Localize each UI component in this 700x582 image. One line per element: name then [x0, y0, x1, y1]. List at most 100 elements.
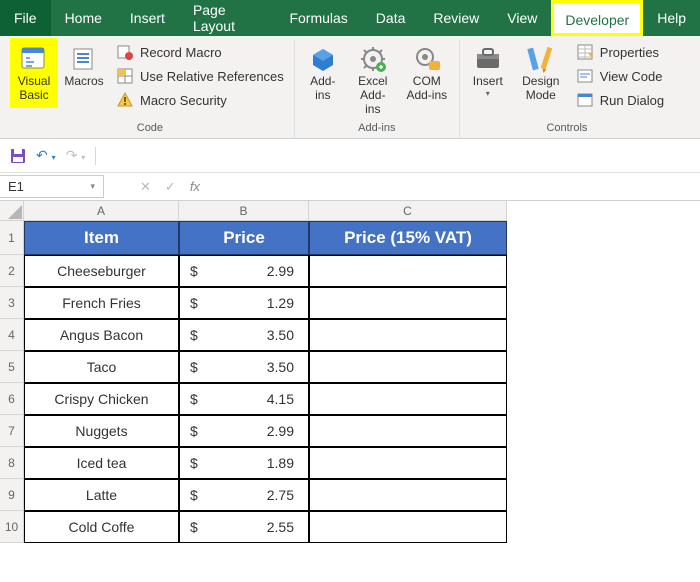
cell-price-vat[interactable]	[309, 319, 507, 351]
insert-control-label: Insert	[473, 75, 503, 89]
cell-price-vat[interactable]	[309, 479, 507, 511]
addins-button[interactable]: Add- ins	[301, 40, 345, 106]
group-label-code: Code	[137, 120, 163, 138]
cell-item[interactable]: Iced tea	[24, 447, 179, 479]
visual-basic-button[interactable]: Visual Basic	[12, 40, 56, 106]
menu-page-layout[interactable]: Page Layout	[179, 0, 276, 36]
run-dialog-button[interactable]: Run Dialog	[572, 90, 668, 110]
cell-price-vat[interactable]	[309, 415, 507, 447]
cell-price-vat[interactable]	[309, 447, 507, 479]
cell-item[interactable]: Nuggets	[24, 415, 179, 447]
cell-item[interactable]: Taco	[24, 351, 179, 383]
use-relative-references-button[interactable]: Use Relative References	[112, 66, 288, 86]
macros-icon	[68, 43, 100, 75]
row-header[interactable]: 2	[0, 255, 24, 287]
row-header[interactable]: 10	[0, 511, 24, 543]
design-mode-button[interactable]: Design Mode	[516, 40, 566, 106]
cell-price[interactable]: $1.89	[179, 447, 309, 479]
insert-control-button[interactable]: Insert ▾	[466, 40, 510, 101]
use-relative-references-label: Use Relative References	[140, 69, 284, 84]
cell-price[interactable]: $2.55	[179, 511, 309, 543]
group-label-addins: Add-ins	[358, 120, 395, 138]
cell-price-vat[interactable]	[309, 351, 507, 383]
cell-item[interactable]: Angus Bacon	[24, 319, 179, 351]
menu-home[interactable]: Home	[51, 0, 116, 36]
cell-price[interactable]: $2.99	[179, 415, 309, 447]
cell-item[interactable]: Latte	[24, 479, 179, 511]
row-header[interactable]: 1	[0, 221, 24, 255]
menu-formulas[interactable]: Formulas	[275, 0, 361, 36]
cell-price[interactable]: $2.99	[179, 255, 309, 287]
cell-item[interactable]: French Fries	[24, 287, 179, 319]
row-header[interactable]: 4	[0, 319, 24, 351]
cancel-formula-icon[interactable]: ✕	[140, 179, 151, 195]
fx-icon[interactable]: fx	[190, 179, 206, 194]
cell-price-vat[interactable]	[309, 255, 507, 287]
name-box[interactable]: E1	[0, 175, 104, 198]
row-header[interactable]: 9	[0, 479, 24, 511]
cell-price-vat[interactable]	[309, 287, 507, 319]
gear-badge-icon	[411, 43, 443, 75]
enter-formula-icon[interactable]: ✓	[165, 179, 176, 195]
cell-item[interactable]: Cheeseburger	[24, 255, 179, 287]
menu-insert[interactable]: Insert	[116, 0, 179, 36]
excel-addins-label: Excel Add-ins	[353, 75, 393, 116]
row-header[interactable]: 3	[0, 287, 24, 319]
separator	[95, 147, 96, 165]
cell-price-vat[interactable]	[309, 383, 507, 415]
properties-button[interactable]: Properties	[572, 42, 668, 62]
macro-security-button[interactable]: Macro Security	[112, 90, 288, 110]
menu-data[interactable]: Data	[362, 0, 420, 36]
col-header-b[interactable]: B	[179, 201, 309, 221]
menu-view[interactable]: View	[493, 0, 551, 36]
quick-access-toolbar: ↶ ▾ ↷ ▾	[0, 139, 700, 173]
view-code-button[interactable]: View Code	[572, 66, 668, 86]
cell-price[interactable]: $2.75	[179, 479, 309, 511]
run-dialog-label: Run Dialog	[600, 93, 664, 108]
addins-label: Add- ins	[310, 75, 335, 103]
save-button[interactable]	[10, 148, 26, 164]
view-code-icon	[576, 67, 594, 85]
com-addins-label: COM Add-ins	[406, 75, 447, 103]
cell-price[interactable]: $3.50	[179, 351, 309, 383]
select-all-corner[interactable]	[0, 201, 24, 221]
excel-addins-button[interactable]: Excel Add-ins	[351, 40, 395, 119]
menu-help[interactable]: Help	[643, 0, 700, 36]
table-header-price-vat[interactable]: Price (15% VAT)	[309, 221, 507, 255]
row-header[interactable]: 7	[0, 415, 24, 447]
redo-button[interactable]: ↷ ▾	[66, 147, 86, 164]
cell-price[interactable]: $3.50	[179, 319, 309, 351]
row-header[interactable]: 6	[0, 383, 24, 415]
ruler-pencil-icon	[525, 43, 557, 75]
cell-price[interactable]: $1.29	[179, 287, 309, 319]
table-header-item[interactable]: Item	[24, 221, 179, 255]
menu-bar: File Home Insert Page Layout Formulas Da…	[0, 0, 700, 36]
row-header[interactable]: 5	[0, 351, 24, 383]
toolbox-icon	[472, 43, 504, 75]
row-header[interactable]: 8	[0, 447, 24, 479]
menu-file[interactable]: File	[0, 0, 51, 36]
cell-price[interactable]: $4.15	[179, 383, 309, 415]
menu-review[interactable]: Review	[419, 0, 493, 36]
visual-basic-icon	[18, 43, 50, 75]
macros-label: Macros	[64, 75, 103, 89]
group-label-controls: Controls	[546, 120, 587, 138]
cell-item[interactable]: Crispy Chicken	[24, 383, 179, 415]
com-addins-button[interactable]: COM Add-ins	[401, 40, 453, 106]
ribbon-developer: Visual Basic Macros Record Macro Use Rel…	[0, 36, 700, 139]
macros-button[interactable]: Macros	[62, 40, 106, 92]
design-mode-label: Design Mode	[522, 75, 559, 103]
formula-input[interactable]	[216, 179, 700, 194]
record-macro-button[interactable]: Record Macro	[112, 42, 288, 62]
col-header-c[interactable]: C	[309, 201, 507, 221]
formula-bar: E1 ✕ ✓ fx	[0, 173, 700, 201]
table-header-price[interactable]: Price	[179, 221, 309, 255]
visual-basic-label: Visual Basic	[18, 75, 50, 103]
cell-price-vat[interactable]	[309, 511, 507, 543]
menu-developer[interactable]: Developer	[551, 0, 643, 36]
macro-security-label: Macro Security	[140, 93, 227, 108]
cell-item[interactable]: Cold Coffe	[24, 511, 179, 543]
record-macro-label: Record Macro	[140, 45, 222, 60]
undo-button[interactable]: ↶ ▾	[36, 147, 56, 164]
col-header-a[interactable]: A	[24, 201, 179, 221]
